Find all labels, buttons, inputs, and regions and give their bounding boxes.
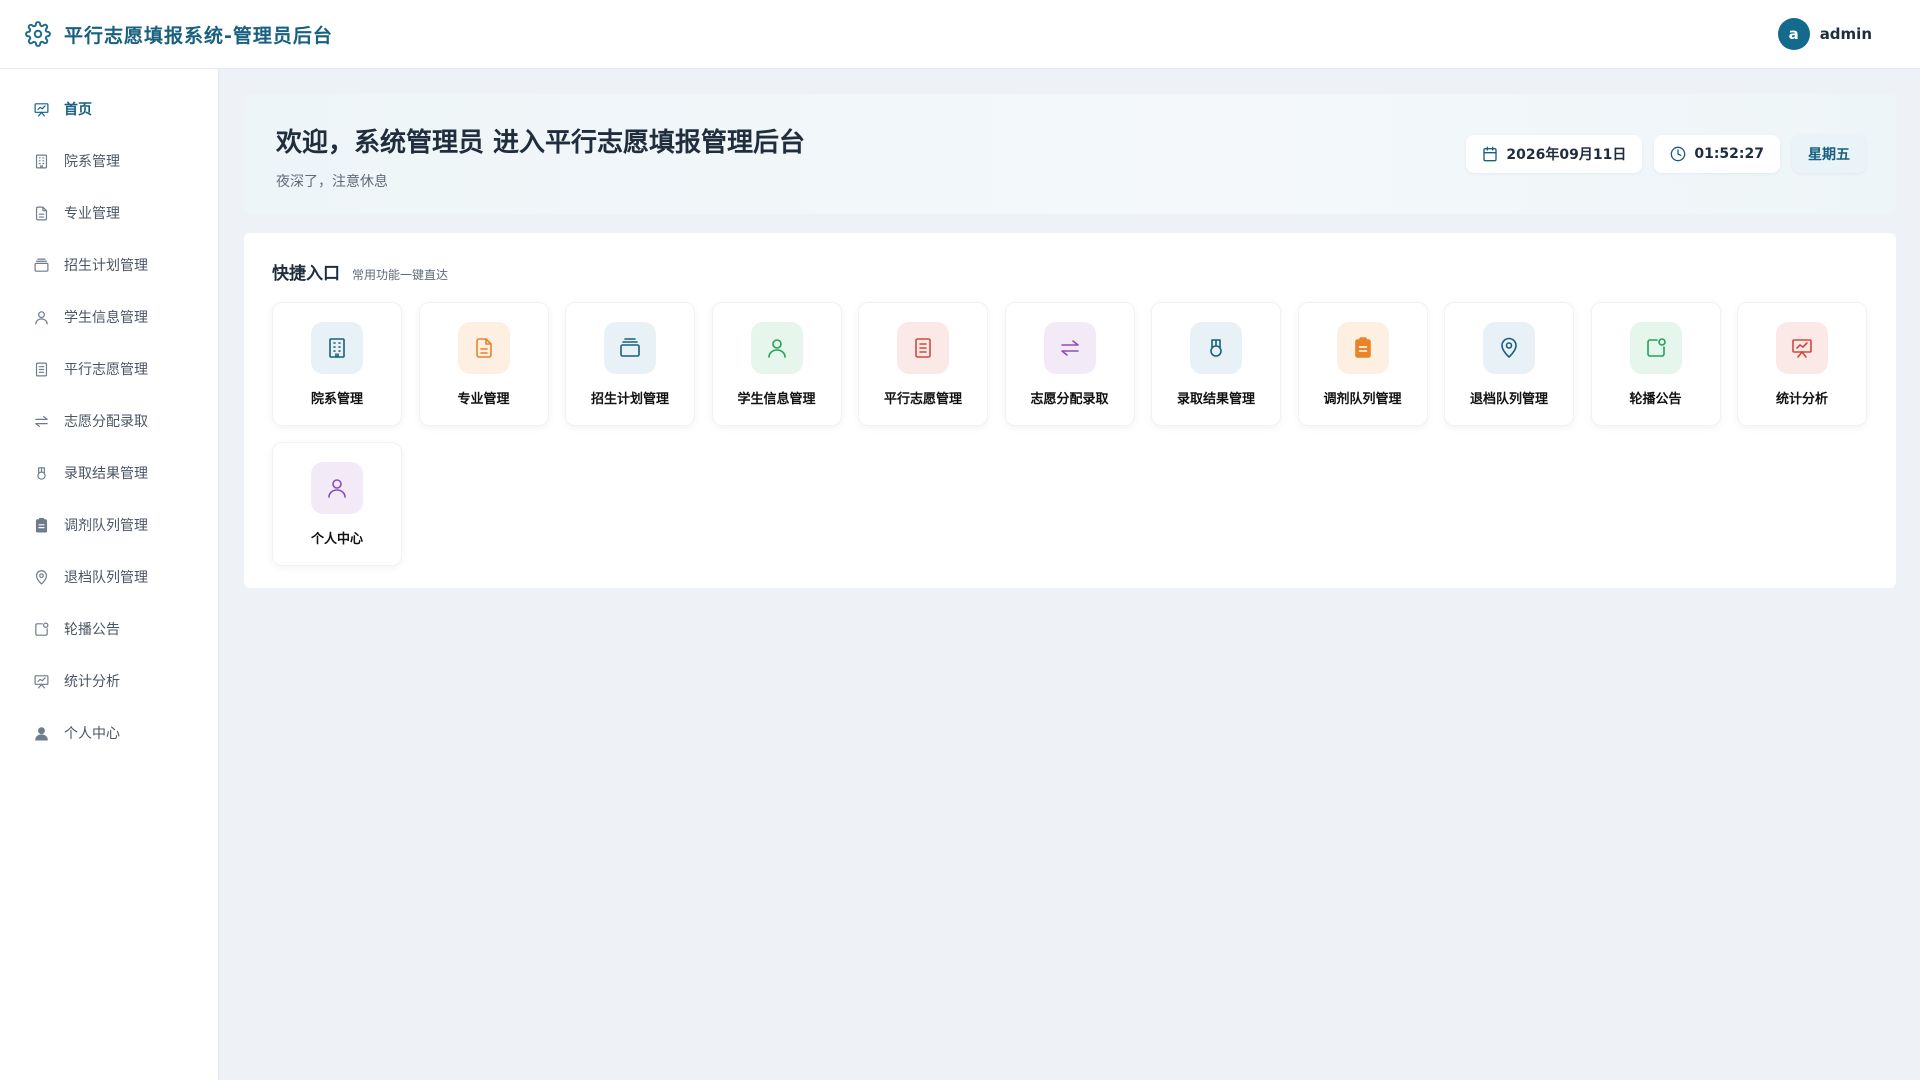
sidebar-item-label: 个人中心 (64, 726, 120, 742)
chart-board-icon (32, 100, 50, 118)
quick-card-label: 调剂队列管理 (1323, 392, 1402, 407)
list-document-icon (897, 322, 949, 374)
quick-access-subtitle: 常用功能一键直达 (352, 268, 449, 282)
weekday-chip: 星期五 (1792, 135, 1866, 173)
sidebar-item-label: 院系管理 (64, 154, 120, 170)
quick-access-panel: 快捷入口 常用功能一键直达 院系管理 专业管理 招生计划管理 学生信息管理 平行志愿管理… (244, 233, 1896, 588)
time-chip: 01:52:27 (1654, 135, 1780, 173)
app-title: 平行志愿填报系统-管理员后台 (64, 24, 333, 47)
welcome-banner: 欢迎，系统管理员 进入平行志愿填报管理后台 夜深了，注意休息 2026年09月1… (244, 94, 1896, 214)
location-pin-icon (1483, 322, 1535, 374)
quick-card-9[interactable]: 轮播公告 (1590, 302, 1721, 426)
sidebar-item-label: 学生信息管理 (64, 310, 148, 326)
quick-card-8[interactable]: 退档队列管理 (1444, 302, 1574, 426)
quick-card-10[interactable]: 统计分析 (1737, 302, 1867, 426)
sidebar-item-label: 专业管理 (64, 206, 120, 222)
user-icon (750, 322, 803, 374)
avatar[interactable]: a (1777, 18, 1810, 50)
document-icon (457, 322, 510, 374)
quick-card-label: 院系管理 (310, 392, 363, 407)
quick-card-4[interactable]: 平行志愿管理 (858, 302, 988, 426)
user-menu[interactable]: a admin (1777, 18, 1872, 50)
sidebar-item-label: 志愿分配录取 (64, 414, 148, 430)
quick-card-0[interactable]: 院系管理 (272, 302, 402, 426)
swap-icon (1043, 322, 1096, 374)
notification-icon (1629, 322, 1682, 374)
quick-access-title: 快捷入口 (272, 264, 340, 284)
quick-access-header: 快捷入口 常用功能一键直达 (272, 259, 1868, 284)
sidebar-item-0[interactable]: 首页 (0, 83, 218, 135)
quick-card-label: 个人中心 (310, 532, 363, 547)
notification-icon (32, 620, 50, 638)
quick-card-6[interactable]: 录取结果管理 (1151, 302, 1281, 426)
sidebar-item-label: 调剂队列管理 (64, 518, 148, 534)
document-icon (32, 204, 50, 222)
quick-card-7[interactable]: 调剂队列管理 (1297, 302, 1428, 426)
clipboard-icon (32, 516, 50, 534)
weekday-text: 星期五 (1808, 147, 1850, 163)
datetime-chips: 2026年09月11日 01:52:27 星期五 (1466, 135, 1866, 173)
quick-card-label: 退档队列管理 (1469, 392, 1548, 407)
quick-card-5[interactable]: 志愿分配录取 (1004, 302, 1135, 426)
medal-icon (1190, 322, 1242, 374)
sidebar-item-1[interactable]: 院系管理 (0, 135, 218, 187)
chart-board-icon (32, 672, 50, 690)
chart-board-icon (1776, 322, 1828, 374)
sidebar-item-10[interactable]: 轮播公告 (0, 603, 218, 655)
sidebar-item-12[interactable]: 个人中心 (0, 707, 218, 759)
quick-card-1[interactable]: 专业管理 (418, 302, 549, 426)
quick-card-label: 专业管理 (457, 392, 510, 407)
building-icon (32, 152, 50, 170)
sidebar-item-3[interactable]: 招生计划管理 (0, 239, 218, 291)
sidebar-item-label: 统计分析 (64, 674, 120, 690)
sidebar-item-2[interactable]: 专业管理 (0, 187, 218, 239)
sidebar-item-8[interactable]: 调剂队列管理 (0, 499, 218, 551)
time-text: 01:52:27 (1694, 146, 1764, 162)
quick-card-label: 平行志愿管理 (883, 392, 962, 407)
quick-card-11[interactable]: 个人中心 (272, 442, 402, 566)
quick-card-3[interactable]: 学生信息管理 (711, 302, 842, 426)
sidebar-item-9[interactable]: 退档队列管理 (0, 551, 218, 603)
medal-icon (32, 464, 50, 482)
sidebar-item-label: 首页 (64, 102, 92, 118)
quick-card-label: 学生信息管理 (737, 392, 816, 407)
quick-access-grid: 院系管理 专业管理 招生计划管理 学生信息管理 平行志愿管理 志愿分配录取 录取结果管理 调剂… (272, 302, 1868, 566)
sidebar-item-label: 录取结果管理 (64, 466, 148, 482)
sidebar-item-6[interactable]: 志愿分配录取 (0, 395, 218, 447)
stack-icon (604, 322, 656, 374)
list-document-icon (32, 360, 50, 378)
quick-card-2[interactable]: 招生计划管理 (565, 302, 695, 426)
sidebar-item-5[interactable]: 平行志愿管理 (0, 343, 218, 395)
sidebar-item-7[interactable]: 录取结果管理 (0, 447, 218, 499)
sidebar-item-label: 退档队列管理 (64, 570, 148, 586)
stack-icon (32, 256, 50, 274)
swap-icon (32, 412, 50, 430)
date-chip: 2026年09月11日 (1466, 135, 1643, 173)
sidebar-item-4[interactable]: 学生信息管理 (0, 291, 218, 343)
welcome-subtitle: 夜深了，注意休息 (276, 174, 388, 190)
quick-card-label: 招生计划管理 (590, 392, 669, 407)
clipboard-icon (1336, 322, 1389, 374)
top-header: 平行志愿填报系统-管理员后台 a admin (0, 0, 1920, 69)
user-icon (32, 308, 50, 326)
sidebar-item-11[interactable]: 统计分析 (0, 655, 218, 707)
quick-card-label: 统计分析 (1775, 392, 1828, 407)
date-text: 2026年09月11日 (1506, 147, 1627, 163)
building-icon (311, 322, 363, 374)
sidebar-item-label: 平行志愿管理 (64, 362, 148, 378)
quick-card-label: 轮播公告 (1629, 392, 1682, 407)
sidebar: 首页院系管理专业管理招生计划管理 学生信息管理 平行志愿管理 志愿分配录取 录取结果管理… (0, 69, 219, 1080)
quick-card-label: 志愿分配录取 (1030, 392, 1109, 407)
username[interactable]: admin (1820, 25, 1872, 43)
gear-icon (24, 20, 52, 48)
sidebar-item-label: 轮播公告 (64, 622, 120, 638)
quick-card-label: 录取结果管理 (1176, 392, 1255, 407)
location-pin-icon (32, 568, 50, 586)
clock-icon (1670, 146, 1686, 162)
calendar-icon (1482, 146, 1498, 162)
user-filled-icon (32, 724, 50, 742)
sidebar-item-label: 招生计划管理 (64, 258, 148, 274)
user-icon (311, 462, 363, 514)
